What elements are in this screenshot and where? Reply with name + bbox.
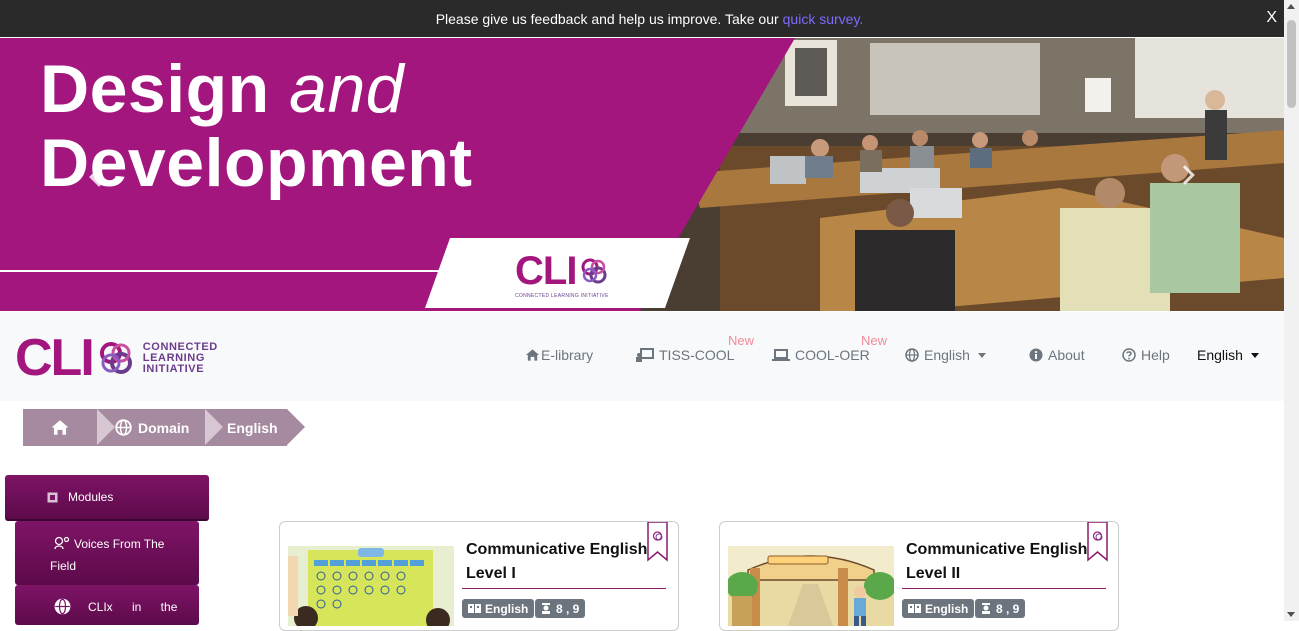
grade-badge: 8 , 9 [975,599,1026,618]
quick-survey-link[interactable]: quick survey. [783,11,864,27]
nav-tiss-cool[interactable]: TISS-COOL [636,347,734,363]
bookmark-ribbon-icon[interactable] [1087,522,1108,562]
brand-line-learning: LEARNING [142,351,206,364]
course-card[interactable]: Communicative English: Level II English … [719,521,1119,631]
language-badge-text: English [925,601,969,616]
feedback-bar: Please give us feedback and help us impr… [0,0,1299,37]
globe-icon [115,419,132,436]
banner-title-design: Design [40,51,270,127]
desktop-chalkboard-icon [636,348,654,362]
new-badge-cool-oer: New [861,333,888,348]
banner-logo-text: CLI [515,249,577,293]
title-divider [462,588,666,589]
scroll-down-arrow-icon[interactable] [1287,612,1295,617]
language-badge: English [902,599,975,618]
nav-tiss-cool-label: TISS-COOL [659,347,735,363]
question-circle-icon [1122,348,1136,362]
laptop-icon [772,348,790,361]
course-thumbnail [288,546,454,626]
banner-logo-tagline: CONNECTED LEARNING INITIATIVE [515,293,609,299]
sidebar-modules-button[interactable]: Modules [5,475,209,521]
knot-icon [581,258,607,284]
brand-words: CONNECTED LEARNING INITIATIVE [142,340,218,375]
info-circle-icon [1029,348,1043,362]
breadcrumb-domain-label: Domain [138,419,190,436]
breadcrumb-english-label: English [227,419,278,436]
language-badge-text: English [485,601,529,616]
grade-badge-text: 8 , 9 [996,601,1020,616]
vertical-scrollbar[interactable] [1284,0,1299,621]
language-badge: English [462,599,535,618]
banner-cli-logo: CLI CONNECTED LEARNING INITIATIVE [515,251,610,299]
sidebar-voices-button[interactable]: Voices From The Field [15,521,199,585]
sidebar-voices-label: Voices From The Field [50,537,165,573]
nav-cool-oer[interactable]: COOL-OER [772,347,870,363]
brand-line-initiative: INITIATIVE [142,362,205,375]
book-icon [908,604,921,613]
brand-line-connected: CONNECTED [142,340,218,353]
sidebar-clix-button[interactable]: CLIx in the [15,585,199,625]
sidebar-clix-label: CLIx in the [88,600,178,614]
main-navbar: CLI CONNECTED LEARNING INITIATIVE E-libr… [0,312,1284,401]
breadcrumb-separator [205,409,223,445]
banner-title-and: and [289,51,405,127]
bookmark-ribbon-icon[interactable] [647,522,668,562]
close-icon[interactable]: X [1266,9,1277,27]
nav-elibrary-label: E-library [541,347,594,363]
nav-elibrary[interactable]: E-library [525,347,593,363]
home-icon [51,420,69,435]
chevron-down-icon [1250,352,1259,358]
scrollbar-thumb[interactable] [1287,20,1296,108]
course-title: Communicative English: Level I [466,541,653,582]
course-thumbnail [728,546,894,626]
sidebar-modules-label: Modules [68,490,114,504]
knot-icon [99,342,132,374]
brand-logo-text: CLI [15,329,95,387]
puzzle-icon [47,492,58,503]
chevron-down-icon [977,352,986,358]
grade-badge-text: 8 , 9 [556,601,580,616]
course-card[interactable]: Communicative English: Level I English 8… [279,521,679,631]
nav-about[interactable]: About [1029,347,1085,363]
cli-brand-logo[interactable]: CLI CONNECTED LEARNING INITIATIVE [15,332,218,384]
breadcrumb-separator [97,409,115,445]
graduate-icon [542,603,550,614]
title-divider [902,588,1106,589]
nav-help-label: Help [1141,347,1170,363]
feedback-text: Please give us feedback and help us impr… [435,10,779,27]
globe-icon [54,598,71,615]
graduate-icon [982,603,990,614]
ui-language-dropdown[interactable]: English [1197,347,1259,363]
course-title: Communicative English: Level II [906,541,1093,582]
home-icon [525,349,540,361]
book-icon [468,604,481,613]
banner-title-development: Development [40,125,473,201]
hero-carousel: Design and Development CLI CONNECTED LEA… [0,38,1284,311]
breadcrumb-home[interactable] [23,409,115,446]
new-badge-tiss-cool: New [728,333,755,348]
scroll-up-arrow-icon[interactable] [1287,4,1295,9]
nav-about-label: About [1048,347,1085,363]
globe-icon [905,348,919,362]
nav-language-dropdown[interactable]: English [905,347,986,363]
ui-language-label: English [1197,347,1243,363]
nav-help[interactable]: Help [1122,347,1170,363]
grade-badge: 8 , 9 [535,599,586,618]
nav-cool-oer-label: COOL-OER [795,347,870,363]
nav-language-label: English [924,347,970,363]
